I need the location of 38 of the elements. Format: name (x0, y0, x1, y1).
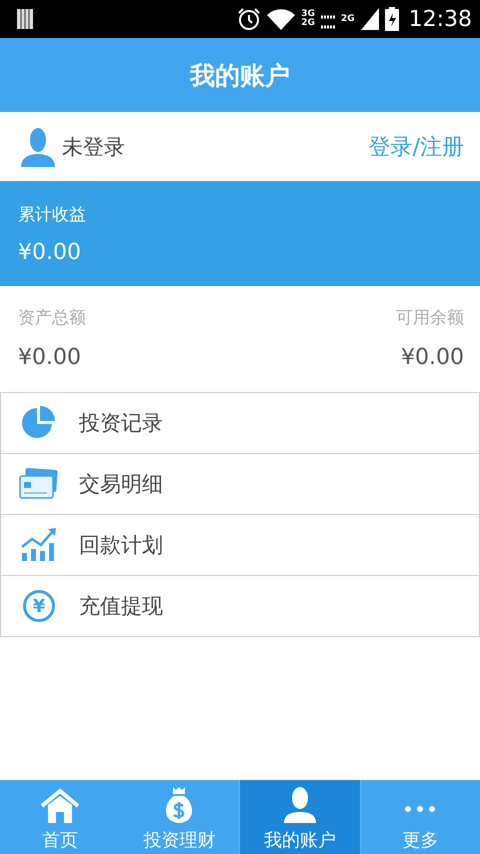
cards-icon (19, 467, 59, 501)
signal-icon (360, 8, 379, 30)
alarm-icon (237, 7, 262, 31)
home-icon (40, 788, 80, 824)
tab-item[interactable]: 投资理财 (120, 780, 239, 854)
menu-item-label: 投资记录 (79, 410, 163, 437)
page-title: 我的账户 (190, 60, 290, 92)
tab-item[interactable]: 我的账户 (239, 780, 360, 854)
menu-item[interactable]: 回款计划 (0, 515, 480, 576)
menu-item-label: 交易明细 (79, 471, 163, 498)
more-icon (404, 806, 436, 812)
user-avatar-icon (20, 126, 56, 166)
battery-icon (384, 7, 399, 31)
menu-item[interactable]: 交易明细 (0, 454, 480, 515)
person-icon (282, 786, 318, 824)
login-register-link[interactable]: 登录/注册 (368, 132, 464, 162)
menu-item[interactable]: 投资记录 (0, 393, 480, 454)
asset-label: 可用余额 (396, 307, 464, 329)
yen-coin-icon: ¥ (23, 590, 55, 622)
clock-time: 12:38 (408, 6, 472, 32)
menu-item-label: 回款计划 (79, 532, 163, 559)
network-label: 3G (301, 10, 315, 19)
asset-value: ¥0.00 (18, 345, 81, 370)
menu-item-label: 充值提现 (79, 593, 163, 620)
asset-value: ¥0.00 (401, 345, 464, 370)
asset-label: 资产总额 (18, 307, 86, 329)
wifi-icon (267, 8, 296, 30)
network-label: 2G (340, 14, 355, 24)
network-label: 2G (301, 19, 315, 28)
tab-item[interactable]: 首页 (0, 780, 120, 854)
tab-item[interactable]: 更多 (360, 780, 480, 854)
growth-chart-icon (20, 527, 58, 563)
pie-chart-icon (21, 405, 57, 441)
notification-icon (16, 9, 34, 29)
earnings-label: 累计收益 (18, 204, 87, 226)
earnings-value: ¥0.00 (18, 240, 82, 265)
login-status: 未登录 (62, 134, 125, 160)
menu-item[interactable]: ¥ 充值提现 (0, 576, 480, 637)
